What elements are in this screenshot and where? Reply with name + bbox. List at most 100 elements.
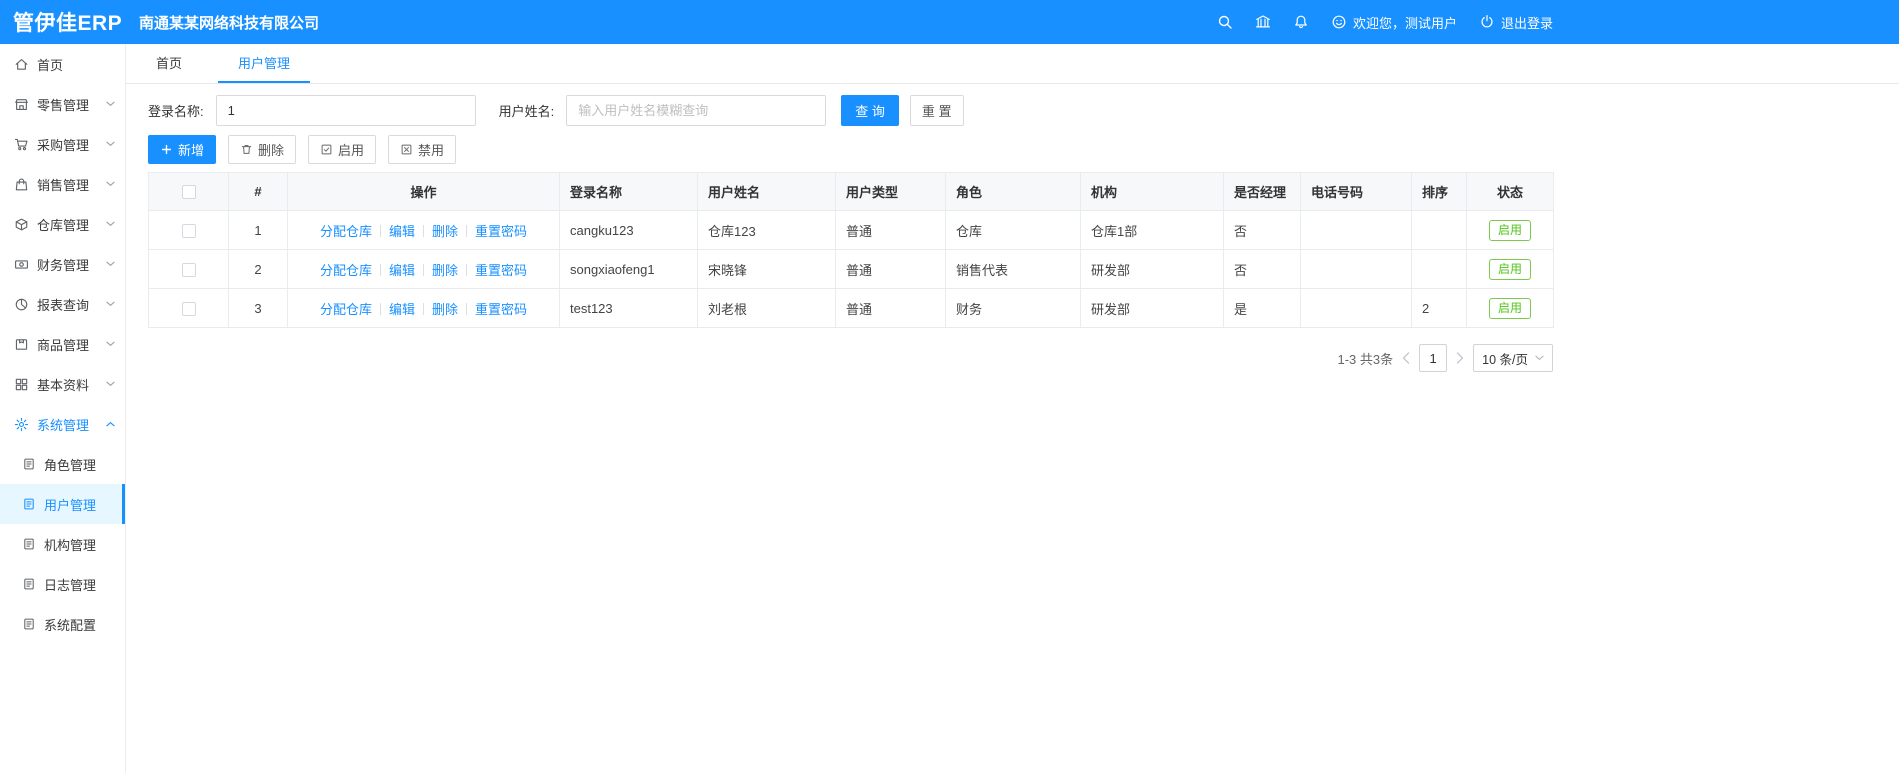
sidebar-item-log-management[interactable]: 日志管理 — [0, 564, 125, 604]
header-status: 状态 — [1466, 172, 1554, 211]
delete-button[interactable]: 删除 — [228, 135, 297, 164]
sidebar-item-sales[interactable]: 销售管理 — [0, 164, 125, 204]
table-header-row: # 操作 登录名称 用户姓名 用户类型 角色 机构 是否经理 电话号码 排序 状… — [148, 172, 1554, 211]
page-size-select[interactable]: 10 条/页 — [1473, 344, 1553, 372]
header-manager: 是否经理 — [1223, 172, 1301, 211]
cell-role: 销售代表 — [945, 249, 1081, 289]
row-checkbox[interactable] — [181, 262, 196, 277]
delete-link[interactable]: 删除 — [432, 263, 458, 278]
status-badge: 启用 — [1488, 258, 1531, 280]
enable-button[interactable]: 启用 — [308, 135, 377, 164]
table-row: 1 分配仓库 编辑 删除 重置密码 cangku123 仓库123 普通 仓库 仓库1… — [148, 210, 1554, 250]
disable-button[interactable]: 禁用 — [388, 135, 457, 164]
divider — [423, 224, 424, 237]
sidebar-item-system[interactable]: 系统管理 — [0, 404, 125, 444]
building-icon[interactable] — [1255, 14, 1271, 30]
table-row: 3 分配仓库 编辑 删除 重置密码 test123 刘老根 普通 财务 研发部 是 2… — [148, 288, 1554, 328]
sidebar-item-user-management[interactable]: 用户管理 — [0, 484, 125, 524]
cell-name: 仓库123 — [697, 210, 836, 250]
sidebar-item-label: 日志管理 — [44, 577, 97, 593]
sidebar-item-goods[interactable]: 商品管理 — [0, 324, 125, 364]
tab-user-management[interactable]: 用户管理 — [218, 44, 311, 83]
cell-type: 普通 — [835, 249, 946, 289]
bell-icon[interactable] — [1293, 14, 1309, 30]
login-name-input[interactable] — [215, 95, 476, 126]
search-button[interactable]: 查 询 — [841, 95, 899, 126]
reset-password-link[interactable]: 重置密码 — [475, 224, 527, 239]
sidebar-item-basic-data[interactable]: 基本资料 — [0, 364, 125, 404]
trash-icon — [240, 143, 253, 156]
chevron-down-icon — [106, 101, 115, 107]
sidebar-item-system-config[interactable]: 系统配置 — [0, 604, 125, 644]
logout-text: 退出登录 — [1500, 15, 1553, 31]
pagination-total: 1-3 共3条 — [1337, 351, 1394, 367]
current-page[interactable]: 1 — [1419, 344, 1448, 372]
sidebar-item-label: 销售管理 — [37, 177, 90, 193]
row-index: 1 — [228, 210, 288, 250]
sidebar-item-role-management[interactable]: 角色管理 — [0, 444, 125, 484]
sidebar-item-label: 基本资料 — [37, 377, 90, 393]
divider — [466, 263, 468, 276]
select-all-cell — [148, 172, 229, 211]
assign-warehouse-link[interactable]: 分配仓库 — [320, 263, 372, 278]
select-all-checkbox[interactable] — [181, 185, 196, 200]
delete-link[interactable]: 删除 — [432, 302, 458, 317]
welcome-text: 欢迎您，测试用户 — [1352, 15, 1457, 31]
divider — [423, 302, 424, 315]
header-org: 机构 — [1080, 172, 1224, 211]
cell-phone — [1300, 288, 1412, 328]
store-icon — [14, 97, 29, 112]
cell-name: 刘老根 — [697, 288, 836, 328]
add-button[interactable]: 新增 — [148, 135, 217, 164]
table-toolbar: 新增 删除 启用 禁用 — [148, 135, 1899, 164]
next-page-button[interactable] — [1456, 352, 1464, 364]
topbar: 管伊佳ERP 南通某某网络科技有限公司 欢迎您，测试用户 退出登录 — [0, 0, 1899, 44]
sidebar-item-label: 机构管理 — [44, 537, 97, 553]
sidebar-item-home[interactable]: 首页 — [0, 44, 125, 84]
tab-home[interactable]: 首页 — [136, 44, 202, 83]
search-icon[interactable] — [1217, 14, 1233, 30]
assign-warehouse-link[interactable]: 分配仓库 — [320, 302, 372, 317]
chevron-down-icon — [106, 221, 115, 227]
welcome-user[interactable]: 欢迎您，测试用户 — [1331, 13, 1457, 32]
disable-button-label: 禁用 — [418, 143, 445, 158]
edit-link[interactable]: 编辑 — [389, 302, 415, 317]
sidebar-item-label: 系统管理 — [37, 417, 90, 433]
edit-link[interactable]: 编辑 — [389, 263, 415, 278]
reset-password-link[interactable]: 重置密码 — [475, 302, 527, 317]
sidebar-item-purchase[interactable]: 采购管理 — [0, 124, 125, 164]
delete-button-label: 删除 — [258, 143, 285, 158]
assign-warehouse-link[interactable]: 分配仓库 — [320, 224, 372, 239]
sidebar-item-org-management[interactable]: 机构管理 — [0, 524, 125, 564]
sidebar-item-reports[interactable]: 报表查询 — [0, 284, 125, 324]
row-index: 2 — [228, 249, 288, 289]
header-name: 用户姓名 — [697, 172, 836, 211]
prev-page-button[interactable] — [1402, 352, 1410, 364]
page-content: 登录名称: 用户姓名: 查 询 重 置 新增 删除 启用 禁用 — [126, 84, 1899, 372]
sidebar-item-label: 报表查询 — [37, 297, 90, 313]
app-logo: 管伊佳ERP — [13, 12, 123, 35]
pagination: 1-3 共3条 1 10 条/页 — [148, 344, 1553, 372]
user-name-input[interactable] — [566, 95, 827, 126]
org-icon — [22, 537, 37, 551]
header-role: 角色 — [945, 172, 1081, 211]
row-checkbox[interactable] — [181, 223, 196, 238]
logout-button[interactable]: 退出登录 — [1479, 13, 1553, 32]
sidebar-item-finance[interactable]: 财务管理 — [0, 244, 125, 284]
add-button-label: 新增 — [178, 143, 205, 158]
tab-bar: 首页 用户管理 — [126, 44, 1899, 84]
sidebar-item-warehouse[interactable]: 仓库管理 — [0, 204, 125, 244]
divider — [466, 302, 468, 315]
reset-password-link[interactable]: 重置密码 — [475, 263, 527, 278]
edit-link[interactable]: 编辑 — [389, 224, 415, 239]
row-checkbox[interactable] — [181, 301, 196, 316]
cell-login: songxiaofeng1 — [559, 249, 698, 289]
sidebar-item-retail[interactable]: 零售管理 — [0, 84, 125, 124]
row-select-cell — [148, 210, 229, 250]
cell-role: 仓库 — [945, 210, 1081, 250]
reset-button[interactable]: 重 置 — [909, 95, 964, 126]
sidebar-item-label: 系统配置 — [44, 617, 97, 633]
chevron-down-icon — [106, 181, 115, 187]
cell-sort: 2 — [1411, 288, 1467, 328]
delete-link[interactable]: 删除 — [432, 224, 458, 239]
